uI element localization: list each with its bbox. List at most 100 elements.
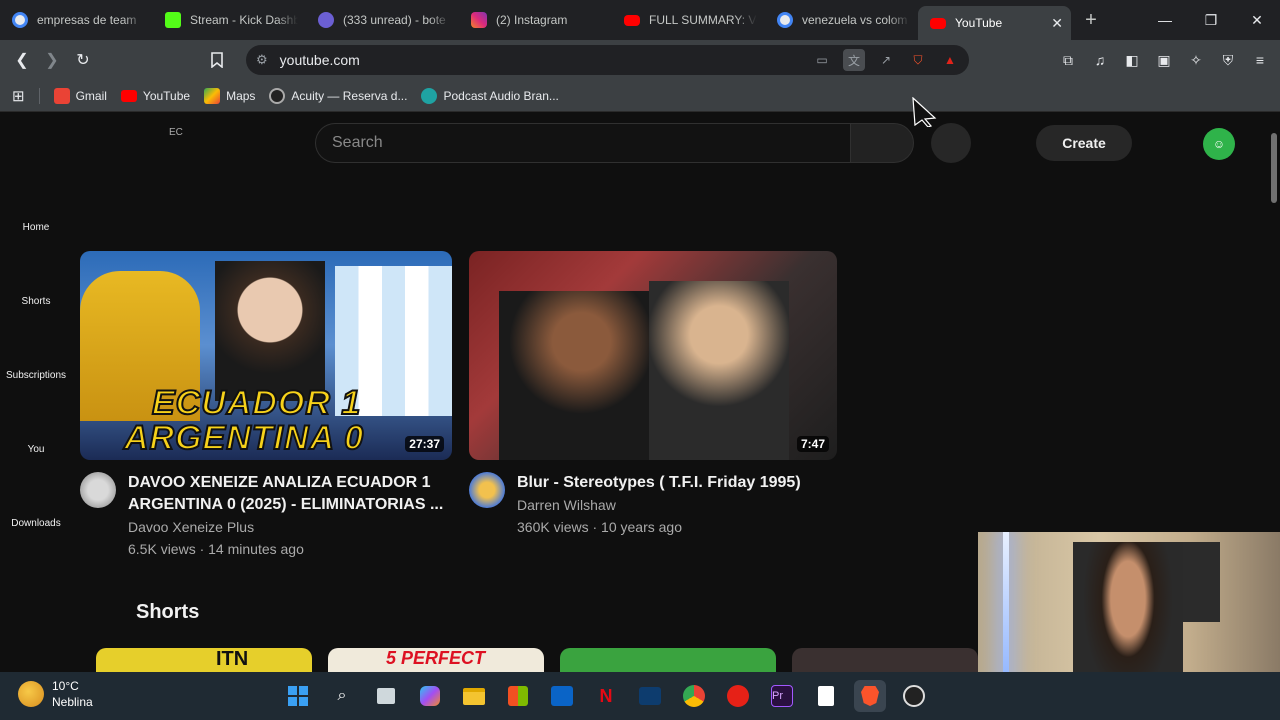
brave-browser-icon[interactable] — [854, 680, 886, 712]
search-button[interactable] — [850, 123, 914, 163]
bookmark-icon[interactable] — [202, 45, 232, 75]
sidebar-item-you[interactable]: You — [0, 444, 72, 455]
browser-toolbar: ❮ ❯ ↻ ⚙ youtube.com ▭ 文 ↗ ⛉ ▲ ⧉ ♫ ◧ ▣ ✧ … — [0, 40, 1280, 80]
start-icon[interactable] — [282, 680, 314, 712]
video-card[interactable]: 7:47 Blur - Stereotypes ( T.F.I. Friday … — [469, 251, 837, 538]
wallet-icon[interactable]: ▣ — [1154, 49, 1174, 71]
sidebar-item-label: Home — [22, 222, 50, 233]
cast-icon[interactable]: ▭ — [811, 49, 833, 71]
file-explorer-icon[interactable] — [458, 680, 490, 712]
duration-badge: 27:37 — [405, 436, 444, 452]
tab-title: venezuela vs colom — [802, 13, 908, 27]
search-placeholder: Search — [332, 134, 383, 151]
share-icon[interactable]: ↗ — [875, 49, 897, 71]
tab-kick[interactable]: Stream - Kick Dashb — [153, 4, 306, 36]
video-title[interactable]: Blur - Stereotypes ( T.F.I. Friday 1995) — [517, 472, 837, 494]
browser-tab-strip: empresas de team Stream - Kick Dashb (33… — [0, 0, 1280, 40]
channel-avatar[interactable] — [80, 472, 116, 508]
leo-ai-icon[interactable]: ✧ — [1186, 49, 1206, 71]
translate-icon[interactable]: 文 — [843, 49, 865, 71]
bookmark-youtube[interactable]: YouTube — [120, 89, 190, 103]
sidebar-item-shorts[interactable]: Shorts — [0, 296, 72, 307]
forward-icon[interactable]: ❯ — [37, 45, 67, 75]
tab-youtube-active[interactable]: YouTube ✕ — [918, 6, 1071, 40]
close-tab-icon[interactable]: ✕ — [1051, 15, 1063, 32]
sidebar-item-downloads[interactable]: Downloads — [0, 518, 72, 529]
tab-empresas[interactable]: empresas de team — [0, 4, 153, 36]
apps-grid-icon[interactable]: ⊞ — [12, 87, 25, 105]
bookmark-label: Podcast Audio Bran... — [443, 88, 559, 103]
tab-instagram[interactable]: (2) Instagram — [459, 4, 612, 36]
tab-full-summary[interactable]: FULL SUMMARY: Ve — [612, 4, 765, 36]
video-thumbnail[interactable]: ECUADOR 1 ARGENTINA 0 27:37 — [80, 251, 452, 460]
weather-widget[interactable]: 10°C Neblina — [18, 678, 93, 710]
task-view-icon[interactable] — [370, 680, 402, 712]
bookmark-maps[interactable]: Maps — [204, 87, 255, 104]
minimize-button[interactable]: — — [1142, 0, 1188, 40]
new-tab-button[interactable]: + — [1075, 9, 1107, 32]
tab-unread[interactable]: (333 unread) - bote — [306, 4, 459, 36]
premiere-pro-icon[interactable]: Pr — [766, 680, 798, 712]
search-icon[interactable]: ⌕ — [326, 680, 358, 712]
windows-taskbar: 10°C Neblina ⌕ N Pr — [0, 672, 1280, 720]
short-thumbnail[interactable]: 5 PERFECT — [328, 648, 544, 672]
reload-icon[interactable]: ↻ — [68, 45, 98, 75]
disney-plus-icon[interactable] — [634, 680, 666, 712]
divider — [38, 87, 40, 104]
address-bar[interactable]: ⚙ youtube.com ▭ 文 ↗ ⛉ ▲ — [246, 45, 969, 75]
face-figure — [215, 261, 325, 401]
channel-name[interactable]: Davoo Xeneize Plus — [128, 516, 452, 538]
create-button[interactable]: Create — [1036, 125, 1132, 161]
bookmarks-bar: ⊞ Gmail YouTube Maps Acuity — Reserva d.… — [0, 80, 1280, 112]
video-thumbnail[interactable]: 7:47 — [469, 251, 837, 460]
document-icon[interactable] — [810, 680, 842, 712]
short-thumbnail[interactable]: ITN — [96, 648, 312, 672]
bookmark-label: Acuity — Reserva d... — [291, 88, 408, 103]
sidebar-item-home[interactable]: Home — [0, 222, 72, 233]
video-card[interactable]: ECUADOR 1 ARGENTINA 0 27:37 DAVOO XENEIZ… — [80, 251, 452, 560]
maps-icon — [204, 87, 221, 104]
bookmark-acuity[interactable]: Acuity — Reserva d... — [269, 87, 408, 104]
music-icon[interactable]: ♫ — [1090, 49, 1110, 71]
person-figure — [649, 281, 789, 460]
brave-rewards-icon[interactable]: ▲ — [939, 49, 961, 71]
sidebar-icon[interactable]: ◧ — [1122, 49, 1142, 71]
url-text: youtube.com — [279, 52, 360, 68]
youtube-music-icon[interactable] — [722, 680, 754, 712]
close-window-button[interactable]: ✕ — [1234, 0, 1280, 40]
brave-shields-icon[interactable]: ⛉ — [907, 49, 929, 71]
bookmark-podcast[interactable]: Podcast Audio Bran... — [421, 87, 559, 104]
short-thumbnail[interactable] — [792, 648, 978, 672]
copilot-icon[interactable] — [414, 680, 446, 712]
outlook-icon[interactable] — [546, 680, 578, 712]
video-meta: DAVOO XENEIZE ANALIZA ECUADOR 1 ARGENTIN… — [80, 472, 452, 560]
google-icon — [777, 12, 793, 28]
store-icon[interactable] — [502, 680, 534, 712]
obs-icon[interactable] — [898, 680, 930, 712]
menu-icon[interactable]: ≡ — [1250, 49, 1270, 71]
sidebar-item-subscriptions[interactable]: Subscriptions — [0, 370, 72, 381]
duration-badge: 7:47 — [796, 436, 829, 452]
mouse-cursor-icon — [912, 96, 938, 132]
search-input[interactable]: Search — [315, 123, 850, 163]
vpn-icon[interactable]: ⛨ — [1218, 49, 1238, 71]
channel-name[interactable]: Darren Wilshaw — [517, 494, 837, 516]
channel-avatar[interactable] — [469, 472, 505, 508]
short-thumbnail[interactable] — [560, 648, 776, 672]
screenshot-icon[interactable]: ⧉ — [1058, 49, 1078, 71]
account-avatar[interactable]: ☺ — [1203, 128, 1235, 160]
restore-button[interactable]: ❐ — [1188, 0, 1234, 40]
person-figure — [499, 291, 649, 460]
tab-venezuela[interactable]: venezuela vs colom — [765, 4, 918, 36]
short-thumb-text: 5 PERFECT — [386, 648, 486, 668]
chrome-icon[interactable] — [678, 680, 710, 712]
back-icon[interactable]: ❮ — [7, 45, 37, 75]
weather-temp: 10°C — [52, 679, 79, 693]
bookmark-gmail[interactable]: Gmail — [53, 87, 107, 104]
video-stats: 360K views · 10 years ago — [517, 519, 682, 535]
site-settings-icon[interactable]: ⚙ — [256, 52, 268, 68]
scrollbar-thumb[interactable] — [1271, 133, 1277, 203]
podcast-icon — [421, 87, 438, 104]
netflix-icon[interactable]: N — [590, 680, 622, 712]
video-title[interactable]: DAVOO XENEIZE ANALIZA ECUADOR 1 ARGENTIN… — [128, 472, 452, 516]
